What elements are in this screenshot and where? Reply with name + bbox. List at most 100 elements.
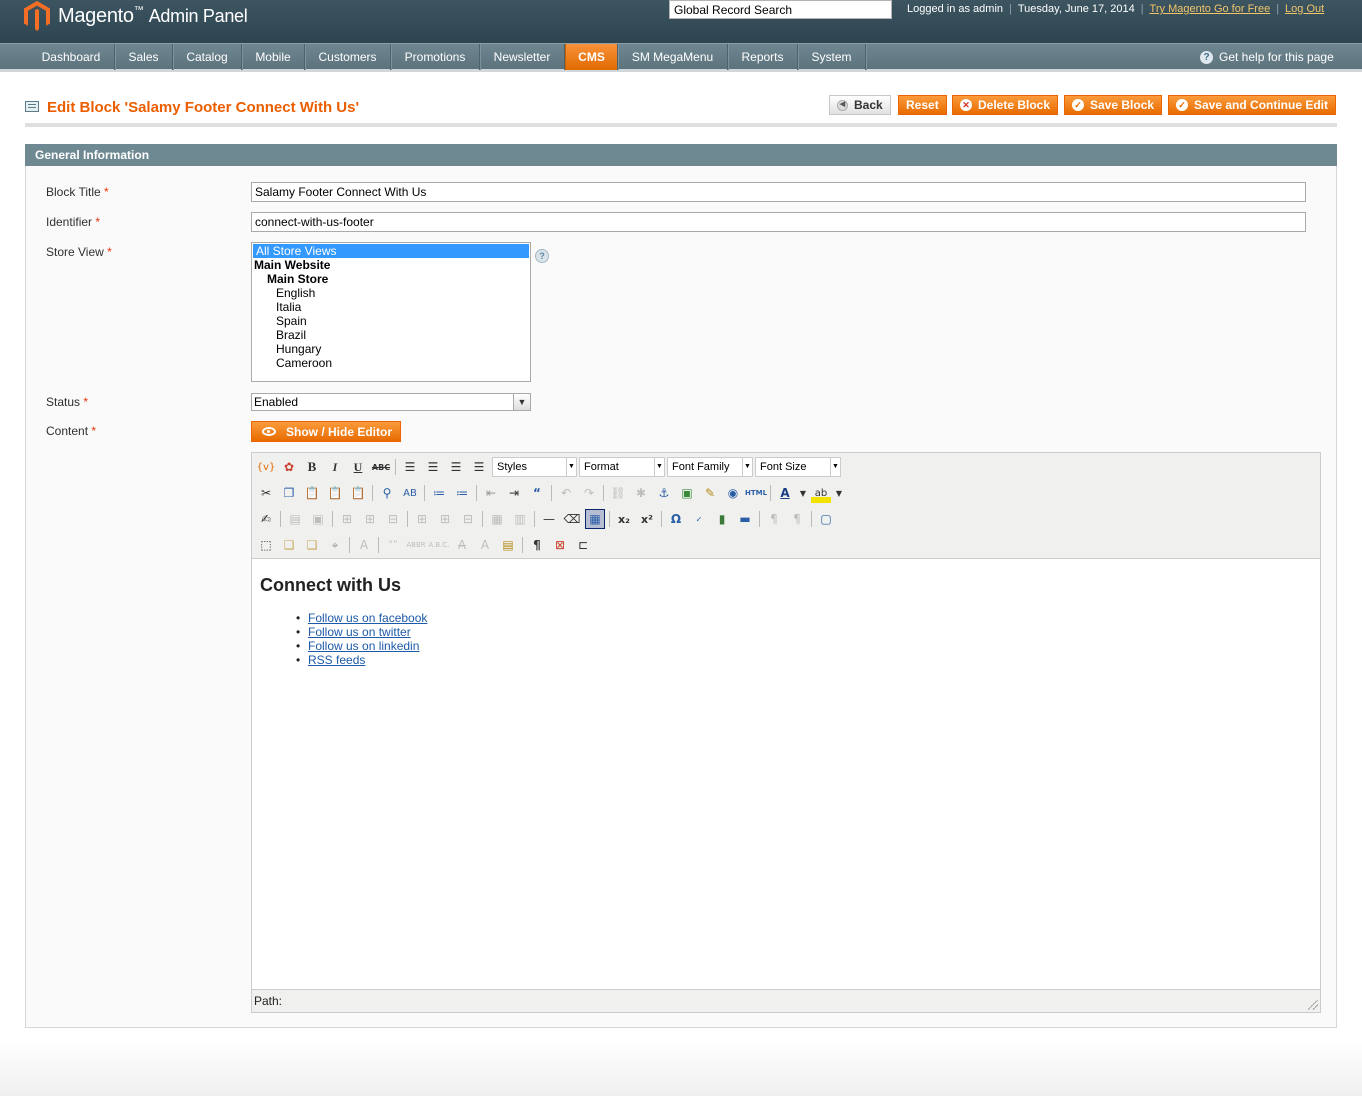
show-blocks-icon[interactable]: ¶	[527, 535, 547, 555]
remove-format-icon[interactable]: ⌫	[562, 509, 582, 529]
ltr-icon[interactable]: ¶	[764, 509, 784, 529]
absolute-position-icon[interactable]: ⌖	[325, 535, 345, 555]
undo-icon[interactable]: ↶	[556, 483, 576, 503]
resize-handle-icon[interactable]	[1308, 1000, 1318, 1010]
redo-icon[interactable]: ↷	[579, 483, 599, 503]
store-option-all[interactable]: All Store Views	[253, 244, 529, 258]
store-view-multiselect[interactable]: All Store Views Main Website Main Store …	[251, 242, 531, 382]
edit-css-style-icon[interactable]: ✍	[256, 509, 276, 529]
copy-icon[interactable]: ❐	[279, 483, 299, 503]
underline-icon[interactable]: U	[348, 457, 368, 477]
visual-aid-icon[interactable]: ▦	[585, 509, 605, 529]
format-dropdown[interactable]: Format ▼	[579, 457, 665, 477]
insert-row-before-icon[interactable]: ⊞	[337, 509, 357, 529]
insert-col-before-icon[interactable]: ⊞	[412, 509, 432, 529]
save-continue-button[interactable]: ✓ Save and Continue Edit	[1168, 95, 1337, 115]
block-title-input[interactable]: Salamy Footer Connect With Us	[251, 182, 1306, 202]
delete-col-icon[interactable]: ⊟	[458, 509, 478, 529]
logout-link[interactable]: Log Out	[1285, 3, 1324, 15]
numbered-list-icon[interactable]: ≔	[452, 483, 472, 503]
store-option[interactable]: Hungary	[252, 342, 530, 356]
help-link[interactable]: ? Get help for this page	[1200, 50, 1334, 64]
nav-reports[interactable]: Reports	[728, 44, 798, 70]
anchor-icon[interactable]: ⚓	[654, 483, 674, 503]
paste-word-icon[interactable]: 📋	[348, 483, 368, 503]
insert-col-after-icon[interactable]: ⊞	[435, 509, 455, 529]
global-search-input[interactable]	[669, 0, 892, 19]
try-magento-go-link[interactable]: Try Magento Go for Free	[1150, 3, 1271, 15]
reset-button[interactable]: Reset	[898, 95, 947, 115]
replace-icon[interactable]: AB	[400, 483, 420, 503]
help-circle-icon[interactable]: ◉	[723, 483, 743, 503]
indent-icon[interactable]: ⇥	[504, 483, 524, 503]
insert-image-icon[interactable]: ▣	[677, 483, 697, 503]
font-family-dropdown[interactable]: Font Family ▼	[667, 457, 753, 477]
insert-widget-icon[interactable]: ✿	[279, 457, 299, 477]
move-forward-icon[interactable]: ❏	[279, 535, 299, 555]
insert-variable-icon[interactable]: {v}	[256, 457, 276, 477]
paste-text-icon[interactable]: 📋	[325, 483, 345, 503]
identifier-input[interactable]: connect-with-us-footer	[251, 212, 1306, 232]
blockquote-icon[interactable]: “	[527, 483, 547, 503]
facebook-link[interactable]: Follow us on facebook	[308, 611, 427, 625]
spellcheck-icon[interactable]: ✓	[689, 509, 709, 529]
status-select[interactable]: Enabled ▼	[251, 393, 531, 411]
linkedin-link[interactable]: Follow us on linkedin	[308, 639, 419, 653]
back-button[interactable]: ◀ Back	[829, 95, 891, 115]
text-color-icon[interactable]: A	[775, 483, 795, 503]
insert-layer-icon[interactable]: ⬚	[256, 535, 276, 555]
nav-sales[interactable]: Sales	[115, 44, 173, 70]
highlight-color-icon[interactable]: ab	[811, 483, 831, 503]
nav-cms[interactable]: CMS	[565, 44, 618, 70]
insertion-icon[interactable]: A	[475, 535, 495, 555]
cite-icon[interactable]: “”	[383, 535, 403, 555]
save-block-button[interactable]: ✓ Save Block	[1064, 95, 1163, 115]
paste-icon[interactable]: 📋	[302, 483, 322, 503]
superscript-icon[interactable]: x²	[637, 509, 657, 529]
align-right-icon[interactable]: ☰	[446, 457, 466, 477]
link-icon[interactable]: ⛓	[608, 483, 628, 503]
store-option[interactable]: English	[252, 286, 530, 300]
style-props-icon[interactable]: A	[354, 535, 374, 555]
table-cell-props-icon[interactable]: ▣	[308, 509, 328, 529]
nav-mobile[interactable]: Mobile	[242, 44, 305, 70]
store-option[interactable]: Brazil	[252, 328, 530, 342]
nav-system[interactable]: System	[798, 44, 866, 70]
cleanup-icon[interactable]: ✎	[700, 483, 720, 503]
chevron-down-icon[interactable]: ▼	[798, 483, 808, 503]
bold-icon[interactable]: B	[302, 457, 322, 477]
page-break-icon[interactable]: ⊏	[573, 535, 593, 555]
table-row-props-icon[interactable]: ▤	[285, 509, 305, 529]
find-icon[interactable]: ⚲	[377, 483, 397, 503]
acronym-icon[interactable]: A.B.C.	[428, 535, 449, 555]
rtl-icon[interactable]: ¶	[787, 509, 807, 529]
chevron-down-icon[interactable]: ▼	[834, 483, 844, 503]
insert-row-after-icon[interactable]: ⊞	[360, 509, 380, 529]
outdent-icon[interactable]: ⇤	[481, 483, 501, 503]
split-cells-icon[interactable]: ▦	[487, 509, 507, 529]
align-justify-icon[interactable]: ☰	[469, 457, 489, 477]
help-question-icon[interactable]: ?	[535, 249, 549, 263]
insert-media-icon[interactable]: ▮	[712, 509, 732, 529]
store-option[interactable]: Spain	[252, 314, 530, 328]
styles-dropdown[interactable]: Styles ▼	[492, 457, 577, 477]
delete-row-icon[interactable]: ⊟	[383, 509, 403, 529]
align-left-icon[interactable]: ☰	[400, 457, 420, 477]
unlink-icon[interactable]: ✱	[631, 483, 651, 503]
nav-promotions[interactable]: Promotions	[391, 44, 480, 70]
nav-customers[interactable]: Customers	[305, 44, 391, 70]
nav-catalog[interactable]: Catalog	[173, 44, 242, 70]
rss-feeds-link[interactable]: RSS feeds	[308, 653, 365, 667]
font-size-dropdown[interactable]: Font Size ▼	[755, 457, 841, 477]
insert-pagebreak-icon[interactable]: ▬	[735, 509, 755, 529]
fullscreen-icon[interactable]: ▢	[816, 509, 836, 529]
show-hide-editor-button[interactable]: Show / Hide Editor	[251, 421, 402, 442]
bullet-list-icon[interactable]: ≔	[429, 483, 449, 503]
special-char-icon[interactable]: Ω	[666, 509, 686, 529]
twitter-link[interactable]: Follow us on twitter	[308, 625, 411, 639]
editor-content-area[interactable]: Connect with Us Follow us on facebook Fo…	[252, 558, 1320, 990]
align-center-icon[interactable]: ☰	[423, 457, 443, 477]
store-option[interactable]: Italia	[252, 300, 530, 314]
cut-icon[interactable]: ✂	[256, 483, 276, 503]
nav-sm-megamenu[interactable]: SM MegaMenu	[618, 44, 728, 70]
